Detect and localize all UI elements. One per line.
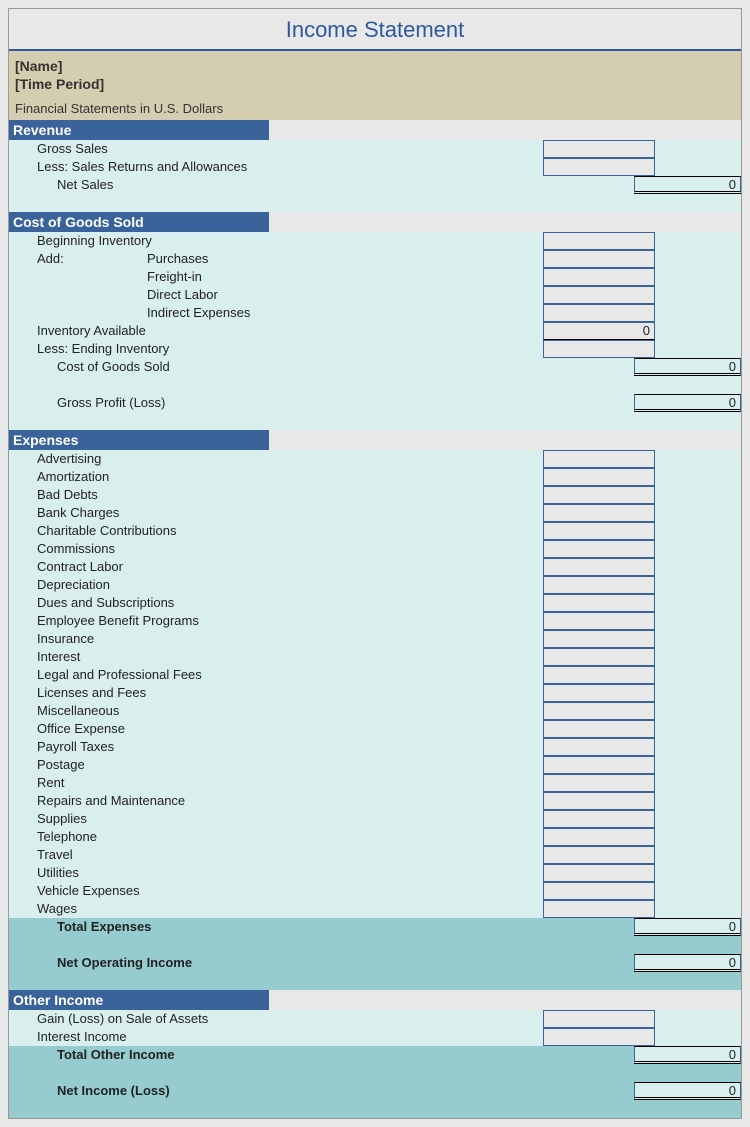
- expense-row-input[interactable]: [543, 702, 655, 720]
- net-sales-value[interactable]: 0: [634, 176, 741, 194]
- expense-row-label: Payroll Taxes: [9, 738, 339, 756]
- cogs-add-label: Direct Labor: [9, 286, 339, 304]
- expense-row-label: Wages: [9, 900, 339, 918]
- expense-row-label: Miscellaneous: [9, 702, 339, 720]
- other-row-input[interactable]: [543, 1010, 655, 1028]
- net-income-label: Net Income (Loss): [9, 1082, 326, 1100]
- gross-profit-label: Gross Profit (Loss): [9, 394, 326, 412]
- cogs-total-label: Cost of Goods Sold: [9, 358, 326, 376]
- expense-row-input[interactable]: [543, 864, 655, 882]
- section-cogs: Cost of Goods Sold: [9, 212, 269, 232]
- revenue-row-input[interactable]: [543, 158, 655, 176]
- expense-row-input[interactable]: [543, 900, 655, 918]
- expense-row-input[interactable]: [543, 720, 655, 738]
- expense-row-input[interactable]: [543, 774, 655, 792]
- expense-row-label: Contract Labor: [9, 558, 339, 576]
- expense-row-input[interactable]: [543, 666, 655, 684]
- net-op-label: Net Operating Income: [9, 954, 326, 972]
- expense-row-label: Charitable Contributions: [9, 522, 339, 540]
- beginning-inv-label: Beginning Inventory: [9, 232, 339, 250]
- section-revenue: Revenue: [9, 120, 269, 140]
- net-income-value[interactable]: 0: [634, 1082, 741, 1100]
- expense-row-label: Postage: [9, 756, 339, 774]
- expense-row-label: Licenses and Fees: [9, 684, 339, 702]
- expense-row-label: Rent: [9, 774, 339, 792]
- expense-row-label: Supplies: [9, 810, 339, 828]
- cogs-add-label: Add:Purchases: [9, 250, 339, 268]
- cogs-add-label: Freight-in: [9, 268, 339, 286]
- revenue-row-label: Gross Sales: [9, 140, 339, 158]
- total-other-label: Total Other Income: [9, 1046, 326, 1064]
- revenue-row-input[interactable]: [543, 140, 655, 158]
- expense-row-input[interactable]: [543, 486, 655, 504]
- expense-row-input[interactable]: [543, 576, 655, 594]
- ending-inv-input[interactable]: [543, 340, 655, 358]
- cogs-add-input[interactable]: [543, 304, 655, 322]
- expense-row-input[interactable]: [543, 792, 655, 810]
- expense-row-label: Legal and Professional Fees: [9, 666, 339, 684]
- gross-profit-value[interactable]: 0: [634, 394, 741, 412]
- inv-avail-label: Inventory Available: [9, 322, 339, 340]
- ending-inv-label: Less: Ending Inventory: [9, 340, 339, 358]
- expense-row-label: Depreciation: [9, 576, 339, 594]
- cogs-total-value[interactable]: 0: [634, 358, 741, 376]
- revenue-row-label: Less: Sales Returns and Allowances: [9, 158, 339, 176]
- expense-row-input[interactable]: [543, 540, 655, 558]
- expense-row-input[interactable]: [543, 648, 655, 666]
- expense-row-label: Office Expense: [9, 720, 339, 738]
- beginning-inv-input[interactable]: [543, 232, 655, 250]
- expense-row-label: Travel: [9, 846, 339, 864]
- total-expenses-label: Total Expenses: [9, 918, 326, 936]
- expense-row-input[interactable]: [543, 450, 655, 468]
- total-other-value[interactable]: 0: [634, 1046, 741, 1064]
- page-title: Income Statement: [9, 9, 741, 49]
- expense-row-input[interactable]: [543, 756, 655, 774]
- expense-row-input[interactable]: [543, 738, 655, 756]
- expense-row-label: Interest: [9, 648, 339, 666]
- expense-row-label: Repairs and Maintenance: [9, 792, 339, 810]
- expense-row-label: Bank Charges: [9, 504, 339, 522]
- income-statement-sheet: Income Statement [Name] [Time Period] Fi…: [8, 8, 742, 1119]
- other-row-input[interactable]: [543, 1028, 655, 1046]
- inv-avail-value[interactable]: 0: [543, 322, 655, 340]
- meta-block: [Name] [Time Period]: [9, 51, 741, 97]
- expense-row-label: Advertising: [9, 450, 339, 468]
- expense-row-label: Commissions: [9, 540, 339, 558]
- section-expenses: Expenses: [9, 430, 269, 450]
- cogs-add-label: Indirect Expenses: [9, 304, 339, 322]
- expense-row-input[interactable]: [543, 846, 655, 864]
- net-sales-label: Net Sales: [9, 176, 326, 194]
- expense-row-label: Insurance: [9, 630, 339, 648]
- other-row-label: Gain (Loss) on Sale of Assets: [9, 1010, 339, 1028]
- expense-row-input[interactable]: [543, 468, 655, 486]
- expense-row-label: Amortization: [9, 468, 339, 486]
- expense-row-input[interactable]: [543, 810, 655, 828]
- meta-period: [Time Period]: [15, 75, 735, 93]
- cogs-add-input[interactable]: [543, 286, 655, 304]
- expense-row-input[interactable]: [543, 828, 655, 846]
- expense-row-input[interactable]: [543, 882, 655, 900]
- expense-row-input[interactable]: [543, 504, 655, 522]
- expense-row-label: Bad Debts: [9, 486, 339, 504]
- expense-row-label: Employee Benefit Programs: [9, 612, 339, 630]
- expense-row-input[interactable]: [543, 684, 655, 702]
- expense-row-label: Dues and Subscriptions: [9, 594, 339, 612]
- expense-row-input[interactable]: [543, 594, 655, 612]
- other-row-label: Interest Income: [9, 1028, 339, 1046]
- meta-note: Financial Statements in U.S. Dollars: [9, 97, 741, 120]
- cogs-add-input[interactable]: [543, 268, 655, 286]
- expense-row-label: Telephone: [9, 828, 339, 846]
- expense-row-input[interactable]: [543, 630, 655, 648]
- net-op-value[interactable]: 0: [634, 954, 741, 972]
- expense-row-input[interactable]: [543, 522, 655, 540]
- section-other: Other Income: [9, 990, 269, 1010]
- expense-row-input[interactable]: [543, 612, 655, 630]
- expense-row-label: Vehicle Expenses: [9, 882, 339, 900]
- expense-row-input[interactable]: [543, 558, 655, 576]
- cogs-add-input[interactable]: [543, 250, 655, 268]
- total-expenses-value[interactable]: 0: [634, 918, 741, 936]
- meta-name: [Name]: [15, 57, 735, 75]
- expense-row-label: Utilities: [9, 864, 339, 882]
